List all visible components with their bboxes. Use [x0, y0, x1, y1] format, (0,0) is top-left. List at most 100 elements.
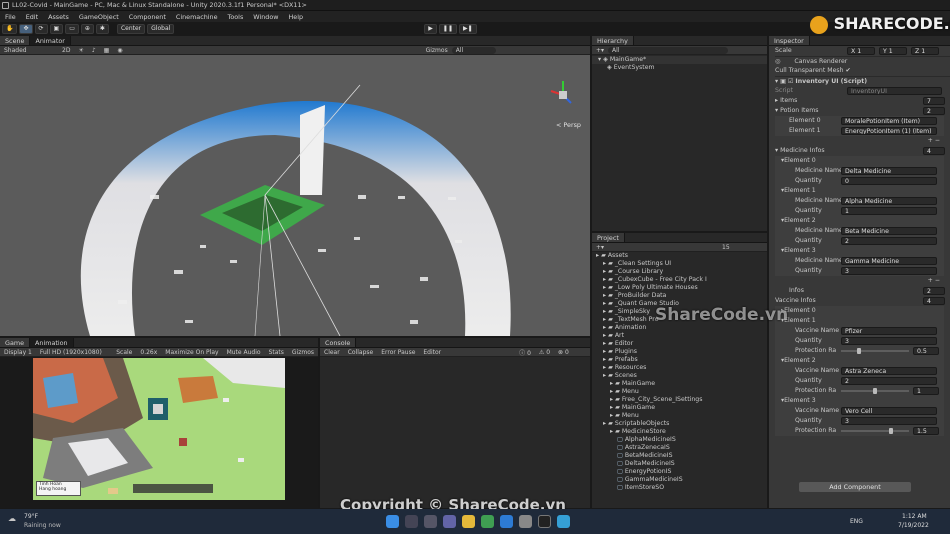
project-item[interactable]: ▢ AlphaMedicineIS [592, 436, 767, 444]
infos-count[interactable]: 2 [923, 287, 945, 295]
project-item[interactable]: ▸ ▰ Animation [592, 324, 767, 332]
vaccine-name-field[interactable]: Pfizer [841, 327, 937, 335]
medicine-quantity-field[interactable]: 3 [841, 267, 937, 275]
protection-rate-slider[interactable] [841, 430, 909, 432]
game-viewport[interactable]: Tinh Hoan Hang hoang [33, 358, 285, 500]
tab-animator[interactable]: Animator [30, 36, 71, 45]
potion-object-field[interactable]: EnergyPotionItem (1) (Item) [841, 127, 937, 135]
browser-icon[interactable] [557, 515, 570, 528]
protection-rate-field[interactable]: 0.5 [913, 347, 939, 355]
menu-cinemachine[interactable]: Cinemachine [171, 13, 223, 21]
project-item[interactable]: ▸ ▰ Menu [592, 412, 767, 420]
project-item[interactable]: ▸ ▰ Scenes [592, 372, 767, 380]
vaccine-element-header[interactable]: ▾ Element 2 [775, 356, 944, 366]
task-view-icon[interactable] [424, 515, 437, 528]
warning-count[interactable]: ⚠ 0 [535, 349, 554, 356]
tab-inspector[interactable]: Inspector [769, 36, 810, 45]
log-count[interactable]: ⓘ 0 [515, 348, 535, 357]
add-component-button[interactable]: Add Component [799, 482, 911, 492]
teams-icon[interactable] [443, 515, 456, 528]
play-button[interactable]: ▶ [424, 23, 437, 34]
medicine-name-field[interactable]: Beta Medicine [841, 227, 937, 235]
component-header[interactable]: ▾ ▣ ☑ Inventory UI (Script) [775, 76, 950, 86]
project-item[interactable]: ▢ EnergyPotionIS [592, 468, 767, 476]
stats-toggle[interactable]: Stats [265, 349, 288, 356]
scene-viewport[interactable]: < Persp [0, 55, 590, 336]
menu-file[interactable]: File [0, 13, 21, 21]
tab-console[interactable]: Console [320, 338, 357, 347]
protection-rate-field[interactable]: 1.5 [913, 427, 939, 435]
clock-date[interactable]: 7/19/2022 [898, 522, 929, 529]
protection-rate-field[interactable]: 1 [913, 387, 939, 395]
vaccine-quantity-field[interactable]: 2 [841, 377, 937, 385]
slider-handle[interactable] [873, 388, 877, 394]
medicine-remove-icon[interactable]: − [935, 276, 940, 286]
vaccine-row[interactable]: Vaccine Infos 4 [775, 296, 950, 306]
project-item[interactable]: ▸ ▰ MedicineStore [592, 428, 767, 436]
create-asset-icon[interactable]: +▾ [592, 244, 608, 251]
cull-row[interactable]: Cull Transparent Mesh ✔ [775, 66, 950, 76]
vaccine-element-header[interactable]: ▾ Element 3 [775, 396, 944, 406]
project-item[interactable]: ▸ ▰ Plugins [592, 348, 767, 356]
medicine-name-field[interactable]: Alpha Medicine [841, 197, 937, 205]
scale-z-field[interactable]: Z 1 [911, 47, 939, 55]
hand-tool-icon[interactable]: ✋ [2, 23, 18, 34]
vaccine-name-field[interactable]: Vero Cell [841, 407, 937, 415]
audio-toggle-icon[interactable]: ♪ [88, 47, 100, 54]
project-item[interactable]: ▸ ▰ MainGame [592, 404, 767, 412]
project-item[interactable]: ▸ ▰ _Course Library [592, 268, 767, 276]
unity-icon[interactable] [538, 515, 551, 528]
project-item[interactable]: ▸ ▰ Editor [592, 340, 767, 348]
potion-count[interactable]: 2 [923, 107, 945, 115]
hierarchy-item[interactable]: ◈ EventSystem [592, 64, 767, 72]
potion-add-icon[interactable]: + [928, 136, 935, 146]
project-item[interactable]: ▸ ▰ Free_City_Scene_ISettings [592, 396, 767, 404]
rect-tool-icon[interactable]: ▭ [65, 23, 79, 34]
project-item[interactable]: ▸ ▰ _Clean Settings UI [592, 260, 767, 268]
file-explorer-icon[interactable] [462, 515, 475, 528]
project-item[interactable]: ▸ ▰ Menu [592, 388, 767, 396]
medicine-element-header[interactable]: ▾ Element 0 [775, 156, 944, 166]
potion-remove-icon[interactable]: − [935, 136, 940, 146]
collapse-toggle[interactable]: Collapse [344, 349, 378, 356]
menu-assets[interactable]: Assets [43, 13, 74, 21]
menu-help[interactable]: Help [284, 13, 309, 21]
search-icon[interactable] [405, 515, 418, 528]
pause-button[interactable]: ❚❚ [438, 23, 457, 34]
maximize-toggle[interactable]: Maximize On Play [161, 349, 222, 356]
project-item[interactable]: ▢ DeltaMedicineIS [592, 460, 767, 468]
tab-hierarchy[interactable]: Hierarchy [592, 36, 634, 45]
project-item[interactable]: ▸ ▰ Art [592, 332, 767, 340]
project-item[interactable]: ▸ ▰ ScriptableObjects [592, 420, 767, 428]
tab-project[interactable]: Project [592, 233, 625, 242]
settings-icon[interactable] [519, 515, 532, 528]
clock-time[interactable]: 1:12 AM [902, 513, 927, 520]
editor-dropdown[interactable]: Editor [419, 349, 445, 356]
medicine-name-field[interactable]: Gamma Medicine [841, 257, 937, 265]
project-item[interactable]: ▸ ▰ MainGame [592, 380, 767, 388]
canvas-renderer-header[interactable]: ◎ Canvas Renderer [775, 56, 950, 66]
project-item[interactable]: ▢ GammaMedicineIS [592, 476, 767, 484]
scale-tool-icon[interactable]: ▣ [49, 23, 64, 34]
tab-game[interactable]: Game [0, 338, 31, 347]
clear-button[interactable]: Clear [320, 349, 344, 356]
project-item[interactable]: ▸ ▰ Prefabs [592, 356, 767, 364]
rotate-tool-icon[interactable]: ⟳ [34, 23, 48, 34]
medicine-quantity-field[interactable]: 1 [841, 207, 937, 215]
start-icon[interactable] [386, 515, 399, 528]
fx-toggle-icon[interactable]: ▦ [100, 47, 114, 54]
project-item[interactable]: ▸ ▰ Resources [592, 364, 767, 372]
shading-dropdown[interactable]: Shaded [0, 47, 58, 54]
pivot-global-button[interactable]: Global [147, 23, 175, 34]
items-row[interactable]: ▸ Items 7 [775, 96, 950, 106]
vaccine-quantity-field[interactable]: 3 [841, 417, 937, 425]
lighting-toggle-icon[interactable]: ☀ [74, 47, 87, 54]
gizmos-dropdown[interactable]: Gizmos [422, 47, 452, 54]
error-pause-toggle[interactable]: Error Pause [377, 349, 419, 356]
pivot-center-button[interactable]: Center [116, 23, 146, 34]
projection-label[interactable]: < Persp [556, 121, 581, 129]
error-count[interactable]: ⊗ 0 [554, 349, 573, 356]
tab-animation[interactable]: Animation [30, 338, 74, 347]
resolution-dropdown[interactable]: Full HD (1920x1080) [36, 349, 112, 356]
display-dropdown[interactable]: Display 1 [0, 349, 36, 356]
